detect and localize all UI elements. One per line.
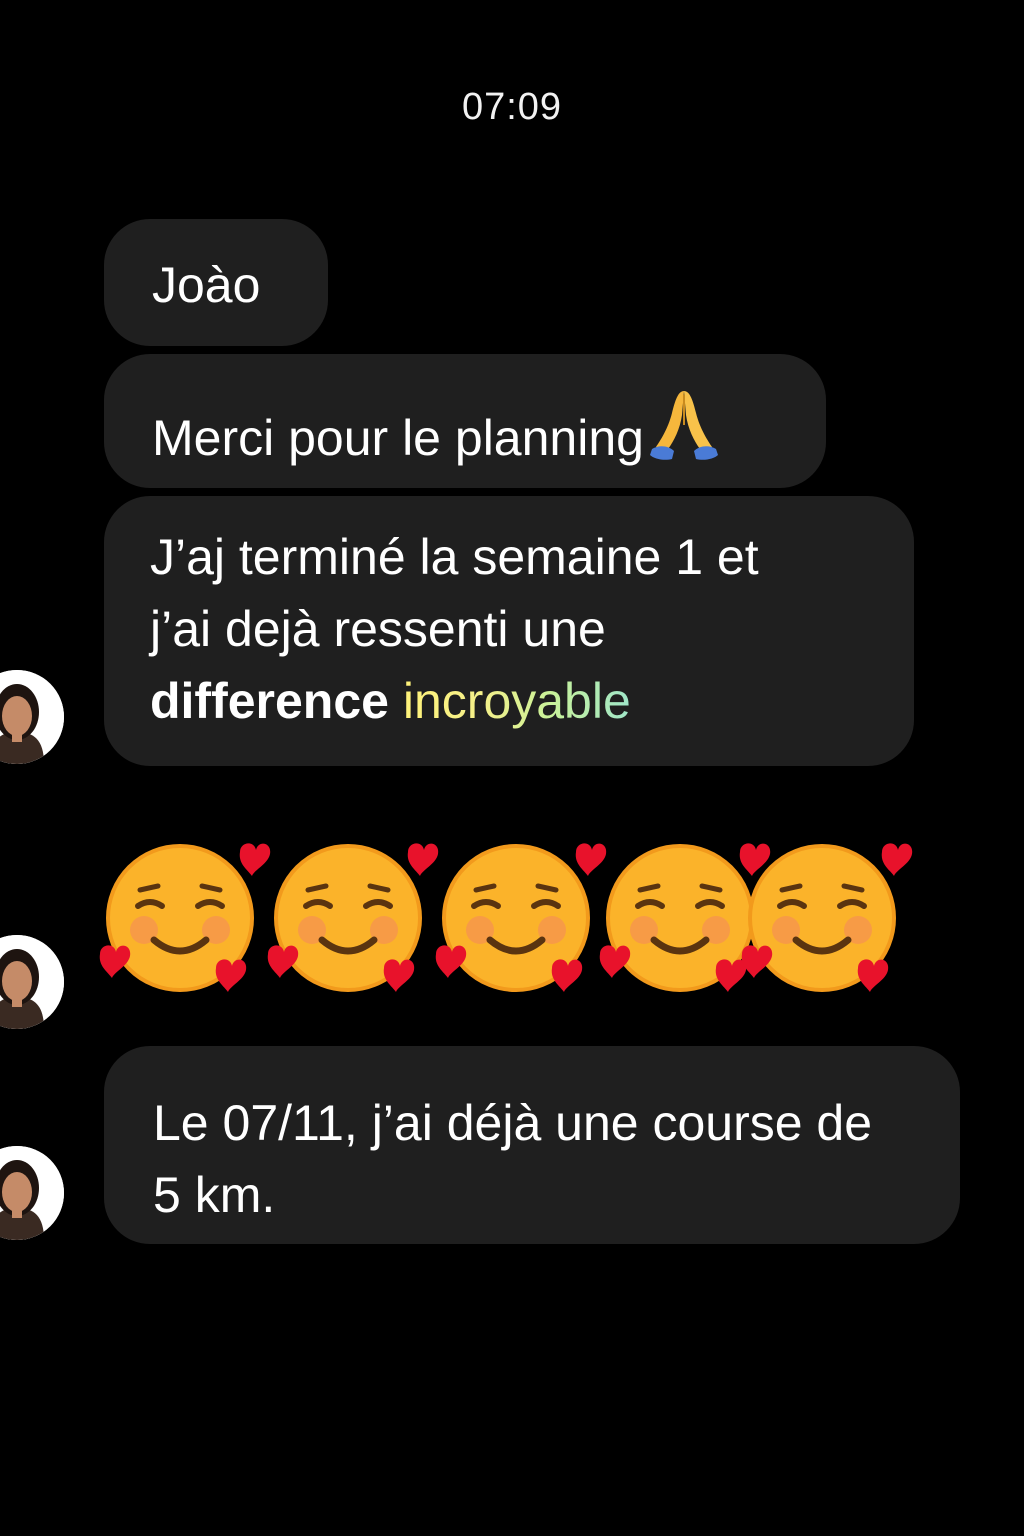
message-bubble-race[interactable]: Le 07/11, j’ai déjà une course de 5 km. <box>104 1046 960 1244</box>
emoji-message[interactable] <box>92 828 922 1008</box>
smiling-face-with-hearts-icon <box>428 828 608 1008</box>
message-line-2: j’ai dejà ressenti une <box>150 601 606 657</box>
folded-hands-icon <box>648 385 720 482</box>
avatar[interactable] <box>0 670 64 764</box>
message-text: Le 07/11, j’ai déjà une course de 5 km. <box>153 1095 873 1223</box>
message-text: Joào <box>152 257 261 313</box>
bold-word: difference <box>150 673 389 729</box>
message-line-1: J’aj terminé la semaine 1 et <box>150 529 759 585</box>
smiling-face-with-hearts-icon <box>734 828 914 1008</box>
smiling-face-with-hearts-icon <box>260 828 440 1008</box>
message-bubble-thanks[interactable]: Merci pour le planning <box>104 354 826 488</box>
timestamp: 07:09 <box>461 86 563 128</box>
highlight-word: incroyable <box>402 673 631 729</box>
message-line-3: difference incroyable <box>150 665 854 737</box>
message-text: Merci pour le planning <box>152 410 644 466</box>
avatar[interactable] <box>0 1146 64 1240</box>
message-bubble-progress[interactable]: J’aj terminé la semaine 1 et j’ai dejà r… <box>104 496 914 766</box>
message-bubble-name[interactable]: Joào <box>104 219 328 346</box>
avatar[interactable] <box>0 935 64 1029</box>
smiling-face-with-hearts-icon <box>92 828 272 1008</box>
